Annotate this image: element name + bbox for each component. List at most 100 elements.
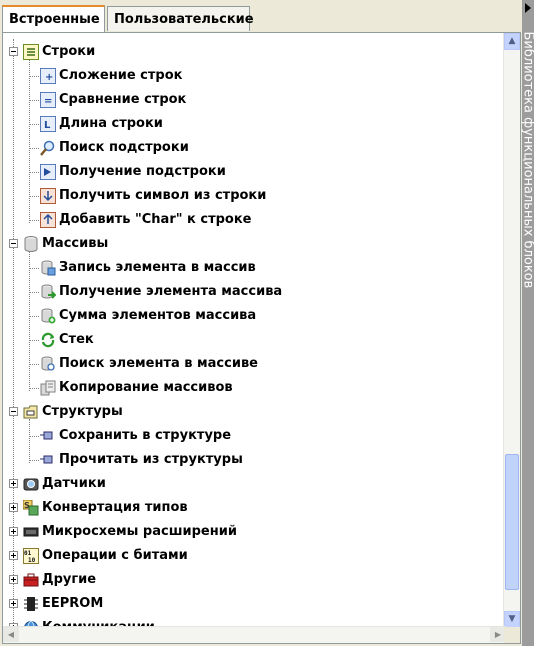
sidebar-title: Библиотека функциональных блоков: [520, 31, 534, 289]
scroll-left-button[interactable]: ◀: [3, 627, 19, 642]
leaf-label: Прочитать из структуры: [59, 452, 243, 467]
leaf-label: Получение подстроки: [59, 164, 226, 179]
tree-node-expansion-chips[interactable]: Микросхемы расширений: [3, 520, 483, 544]
get-char-icon: [40, 188, 56, 204]
leaf-label: Добавить "Char" к строке: [59, 212, 252, 227]
stack-icon: [40, 332, 56, 348]
memory-chip-icon: [23, 596, 39, 612]
node-label: Строки: [42, 44, 96, 59]
string-compare-icon: =: [40, 92, 56, 108]
leaf-label: Сумма элементов массива: [59, 308, 257, 323]
array-copy-icon: [40, 380, 56, 396]
strings-icon: [23, 44, 39, 60]
database-icon: [23, 236, 39, 252]
tree-node-sensors[interactable]: Датчики: [3, 472, 483, 496]
collapse-toggle[interactable]: [9, 407, 18, 416]
tree-leaf-array-search[interactable]: Поиск элемента в массиве: [3, 352, 483, 376]
node-label: Операции с битами: [42, 548, 188, 563]
string-concat-icon: +: [40, 68, 56, 84]
expand-toggle[interactable]: [9, 503, 18, 512]
svg-text:+: +: [45, 72, 53, 83]
svg-text:=: =: [44, 96, 52, 107]
node-label: Массивы: [42, 236, 109, 251]
node-label: Датчики: [42, 476, 106, 491]
tree-leaf-append-char[interactable]: Добавить "Char" к строке: [3, 208, 483, 232]
vertical-scrollbar[interactable]: ▲ ▼: [503, 33, 520, 628]
substring-icon: [40, 164, 56, 180]
collapse-toggle[interactable]: [9, 47, 18, 56]
horizontal-scrollbar[interactable]: ◀ ▶: [3, 626, 506, 643]
svg-text:10: 10: [28, 557, 36, 563]
tab-custom[interactable]: Пользовательские: [107, 6, 254, 31]
folder-icon: [23, 404, 39, 420]
svg-text:L: L: [44, 120, 51, 131]
tree-leaf-struct-save[interactable]: Сохранить в структуре: [3, 424, 483, 448]
block-tree: Строки + Сложение строк = Сравнение стро…: [3, 33, 506, 628]
leaf-label: Получение элемента массива: [59, 284, 283, 299]
expand-toggle[interactable]: [9, 599, 18, 608]
scroll-down-button[interactable]: ▼: [504, 611, 520, 628]
array-write-icon: [40, 260, 56, 276]
struct-read-icon: [40, 452, 56, 468]
leaf-label: Получить символ из строки: [59, 188, 267, 203]
leaf-label: Запись элемента в массив: [59, 260, 256, 275]
leaf-label: Поиск подстроки: [59, 140, 189, 155]
tab-builtin[interactable]: Встроенные: [2, 5, 105, 32]
expand-toggle[interactable]: [9, 551, 18, 560]
conversion-icon: S: [23, 500, 39, 516]
toolbox-icon: [23, 572, 39, 588]
node-label: Другие: [42, 572, 97, 587]
node-label: Микросхемы расширений: [42, 524, 237, 539]
scroll-corner: [504, 627, 520, 643]
leaf-label: Длина строки: [59, 116, 163, 131]
tree-leaf-array-sum[interactable]: Сумма элементов массива: [3, 304, 483, 328]
svg-text:01: 01: [24, 550, 32, 557]
leaf-label: Сложение строк: [59, 68, 183, 83]
tree-node-type-conversion[interactable]: S Конвертация типов: [3, 496, 483, 520]
array-sum-icon: [40, 308, 56, 324]
expand-toggle[interactable]: [9, 479, 18, 488]
leaf-label: Сохранить в структуре: [59, 428, 232, 443]
library-panel: Строки + Сложение строк = Сравнение стро…: [2, 32, 521, 644]
node-label: Конвертация типов: [42, 500, 188, 515]
expand-toggle[interactable]: [9, 527, 18, 536]
tree-leaf-string-compare[interactable]: = Сравнение строк: [3, 88, 483, 112]
tree-leaf-get-char[interactable]: Получить символ из строки: [3, 184, 483, 208]
tree-leaf-substring-search[interactable]: Поиск подстроки: [3, 136, 483, 160]
tree-node-strings[interactable]: Строки: [3, 40, 483, 64]
tree-leaf-string-length[interactable]: L Длина строки: [3, 112, 483, 136]
tree-node-bit-operations[interactable]: 01 10 Операции с битами: [3, 544, 483, 568]
tree-leaf-array-copy[interactable]: Копирование массивов: [3, 376, 483, 400]
tree-leaf-array-write[interactable]: Запись элемента в массив: [3, 256, 483, 280]
leaf-label: Копирование массивов: [59, 380, 233, 395]
tree-node-eeprom[interactable]: EEPROM: [3, 592, 483, 616]
sensor-icon: [23, 476, 39, 492]
array-search-icon: [40, 356, 56, 372]
tree-leaf-get-substring[interactable]: Получение подстроки: [3, 160, 483, 184]
scroll-up-button[interactable]: ▲: [504, 33, 520, 50]
tree-leaf-stack[interactable]: Стек: [3, 328, 483, 352]
tree-node-arrays[interactable]: Массивы: [3, 232, 483, 256]
tree-node-other[interactable]: Другие: [3, 568, 483, 592]
node-label: EEPROM: [42, 596, 104, 611]
magnifier-icon: [40, 140, 56, 156]
tree-leaf-string-concat[interactable]: + Сложение строк: [3, 64, 483, 88]
leaf-label: Стек: [59, 332, 94, 347]
string-length-icon: L: [40, 116, 56, 132]
pin-arrow-icon[interactable]: [525, 3, 531, 13]
leaf-label: Сравнение строк: [59, 92, 187, 107]
append-char-icon: [40, 212, 56, 228]
collapse-toggle[interactable]: [9, 239, 18, 248]
struct-save-icon: [40, 428, 56, 444]
expand-toggle[interactable]: [9, 575, 18, 584]
tree-leaf-array-get[interactable]: Получение элемента массива: [3, 280, 483, 304]
tree-node-structs[interactable]: Структуры: [3, 400, 483, 424]
svg-text:S: S: [24, 501, 30, 510]
chip-icon: [23, 524, 39, 540]
scroll-thumb[interactable]: [505, 454, 519, 590]
bits-icon: 01 10: [23, 548, 39, 564]
tree-leaf-struct-read[interactable]: Прочитать из структуры: [3, 448, 483, 472]
leaf-label: Поиск элемента в массиве: [59, 356, 258, 371]
library-sidebar[interactable]: Библиотека функциональных блоков: [520, 0, 534, 646]
array-get-icon: [40, 284, 56, 300]
